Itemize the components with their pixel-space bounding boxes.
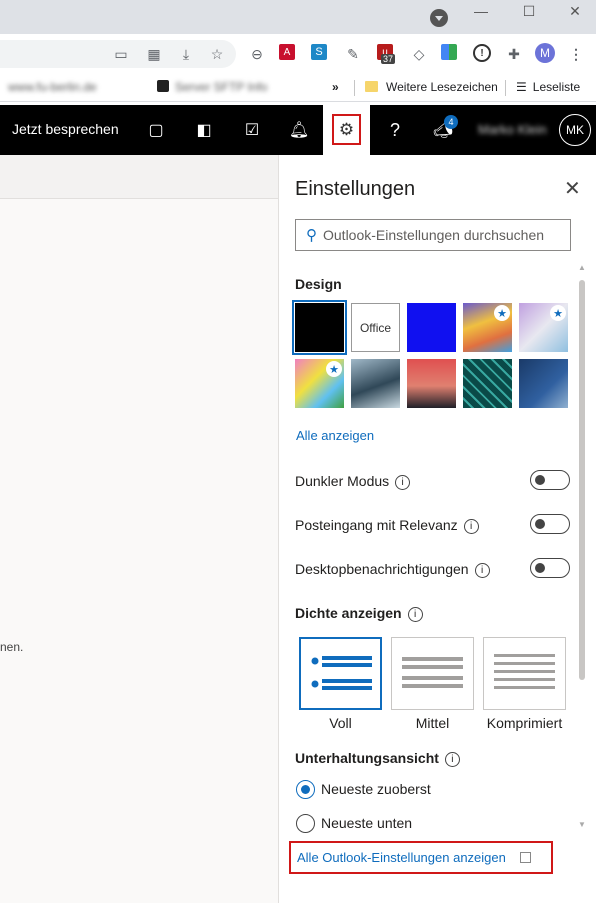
theme-coast[interactable] xyxy=(351,359,400,408)
password-extension-icon[interactable]: ! xyxy=(473,44,491,62)
desktop-notifications-label: Desktopbenachrichtigungen i xyxy=(295,561,490,578)
bookmark-favicon-icon xyxy=(157,80,169,92)
theme-blue[interactable] xyxy=(407,303,456,352)
density-compact-icon xyxy=(494,654,555,689)
settings-button[interactable]: ⚙ xyxy=(323,105,370,155)
tab-search-icon[interactable] xyxy=(430,9,448,27)
todo-icon[interactable]: ☑ xyxy=(241,119,263,141)
s-extension-icon[interactable]: S xyxy=(311,44,327,60)
pen-extension-icon[interactable]: ✎ xyxy=(343,44,363,64)
settings-search-input[interactable]: ⚲ Outlook-Einstellungen durchsuchen xyxy=(295,219,571,251)
all-outlook-settings-link[interactable]: Alle Outlook-Einstellungen anzeigen xyxy=(289,841,553,874)
qr-code-icon[interactable]: ▦ xyxy=(144,44,164,64)
extension-badge: 37 xyxy=(381,54,396,64)
close-window-icon[interactable]: ✕ xyxy=(552,0,596,22)
install-icon[interactable]: ⤓ xyxy=(176,44,196,64)
scroll-down-icon[interactable]: ▼ xyxy=(578,820,586,829)
scroll-up-icon[interactable]: ▲ xyxy=(578,263,586,272)
show-all-themes-link[interactable]: Alle anzeigen xyxy=(296,428,374,443)
newest-top-label[interactable]: Neueste zuoberst xyxy=(321,781,431,797)
notifications-bell-icon[interactable]: 🔔︎ xyxy=(288,119,310,141)
bookmark-folder-other[interactable]: Weitere Lesezeichen xyxy=(365,80,498,94)
whats-new-badge: 4 xyxy=(444,115,458,129)
search-icon: ⚲ xyxy=(306,227,317,244)
bookmarks-separator xyxy=(505,80,506,96)
newest-bottom-label[interactable]: Neueste unten xyxy=(321,815,412,831)
desktop-notifications-toggle[interactable] xyxy=(530,558,570,578)
outlook-header: Jetzt besprechen ▢ ◧ ☑ 🔔︎ ⚙ ? 📣︎ 4 Marko… xyxy=(0,105,596,155)
chrome-menu-icon[interactable]: ⋮ xyxy=(566,44,586,64)
mail-snippet: nen. xyxy=(0,640,24,654)
density-medium-label: Mittel xyxy=(415,715,450,731)
theme-black[interactable] xyxy=(292,300,347,355)
profile-avatar[interactable]: M xyxy=(535,43,555,63)
theme-unicorn[interactable]: ★ xyxy=(295,359,344,408)
bookmark-star-icon[interactable]: ☆ xyxy=(207,44,227,64)
user-name[interactable]: Marko Klein xyxy=(478,122,547,137)
density-medium-icon xyxy=(402,657,463,688)
focused-inbox-toggle[interactable] xyxy=(530,514,570,534)
browser-toolbar: ▭ ▦ ⤓ ☆ ⊖ A S ✎ u ◇ ! ✚ ⋮ xyxy=(0,34,596,74)
density-full-label: Voll xyxy=(329,715,352,731)
info-icon[interactable]: i xyxy=(407,607,423,622)
mail-area xyxy=(0,155,278,903)
dark-mode-toggle[interactable] xyxy=(530,470,570,490)
pdf-extension-icon[interactable]: A xyxy=(279,44,295,60)
office-apps-icon[interactable]: ◧ xyxy=(193,119,215,141)
maximize-icon[interactable]: ☐ xyxy=(506,0,552,22)
info-icon[interactable]: i xyxy=(474,563,490,578)
dark-mode-label: Dunkler Modus i xyxy=(295,473,411,490)
block-extension-icon[interactable]: ⊖ xyxy=(247,44,267,64)
density-heading: Dichte anzeigen i xyxy=(295,605,423,622)
theme-circuit[interactable] xyxy=(463,359,512,408)
search-placeholder: Outlook-Einstellungen durchsuchen xyxy=(323,227,545,243)
design-heading: Design xyxy=(295,276,342,292)
eraser-extension-icon[interactable]: ◇ xyxy=(409,44,429,64)
info-icon[interactable]: i xyxy=(463,519,479,534)
user-avatar[interactable]: MK xyxy=(559,114,591,146)
theme-palms[interactable] xyxy=(407,359,456,408)
help-icon[interactable]: ? xyxy=(384,119,406,141)
focused-inbox-label: Posteingang mit Relevanz i xyxy=(295,517,479,534)
star-icon: ★ xyxy=(550,305,566,321)
conversation-view-heading: Unterhaltungsansicht i xyxy=(295,750,460,767)
density-compact-label: Komprimiert xyxy=(486,715,563,731)
folder-icon xyxy=(365,81,378,92)
bookmarks-overflow-button[interactable]: » xyxy=(332,80,339,94)
browser-titlebar: — ☐ ✕ xyxy=(0,0,596,34)
bookmark-item[interactable]: Server SFTP Info xyxy=(157,80,267,94)
theme-innovation[interactable] xyxy=(519,359,568,408)
density-full-icon xyxy=(311,656,372,690)
extensions-puzzle-icon[interactable]: ✚ xyxy=(504,44,524,64)
gear-icon: ⚙ xyxy=(332,114,361,145)
mail-toolbar xyxy=(0,155,278,199)
star-icon: ★ xyxy=(326,361,342,377)
info-icon[interactable]: i xyxy=(395,475,411,490)
cast-icon[interactable]: ▭ xyxy=(111,44,131,64)
newest-top-radio[interactable] xyxy=(296,780,315,799)
reading-list-button[interactable]: ☰ Leseliste xyxy=(516,80,580,94)
info-icon[interactable]: i xyxy=(444,752,460,767)
density-medium-option[interactable] xyxy=(391,637,474,710)
close-icon[interactable]: ✕ xyxy=(564,176,581,201)
bookmarks-bar: www.fu-berlin.de Server SFTP Info » Weit… xyxy=(0,74,596,102)
bookmarks-separator xyxy=(354,80,355,96)
theme-rainbow[interactable]: ★ xyxy=(463,303,512,352)
minimize-icon[interactable]: — xyxy=(458,0,504,22)
density-compact-option[interactable] xyxy=(483,637,566,710)
meet-now-button[interactable]: Jetzt besprechen xyxy=(12,121,119,137)
teams-chat-icon[interactable]: ▢ xyxy=(145,119,167,141)
open-external-icon xyxy=(519,852,531,863)
reading-list-icon: ☰ xyxy=(516,80,527,94)
bookmark-item[interactable]: www.fu-berlin.de xyxy=(8,80,97,94)
theme-pastel[interactable]: ★ xyxy=(519,303,568,352)
theme-office[interactable]: Office xyxy=(351,303,400,352)
google-extension-icon[interactable] xyxy=(441,44,457,60)
newest-bottom-radio[interactable] xyxy=(296,814,315,833)
settings-title: Einstellungen xyxy=(295,178,416,200)
settings-scrollbar[interactable] xyxy=(579,280,585,680)
star-icon: ★ xyxy=(494,305,510,321)
density-full-option[interactable] xyxy=(299,637,382,710)
